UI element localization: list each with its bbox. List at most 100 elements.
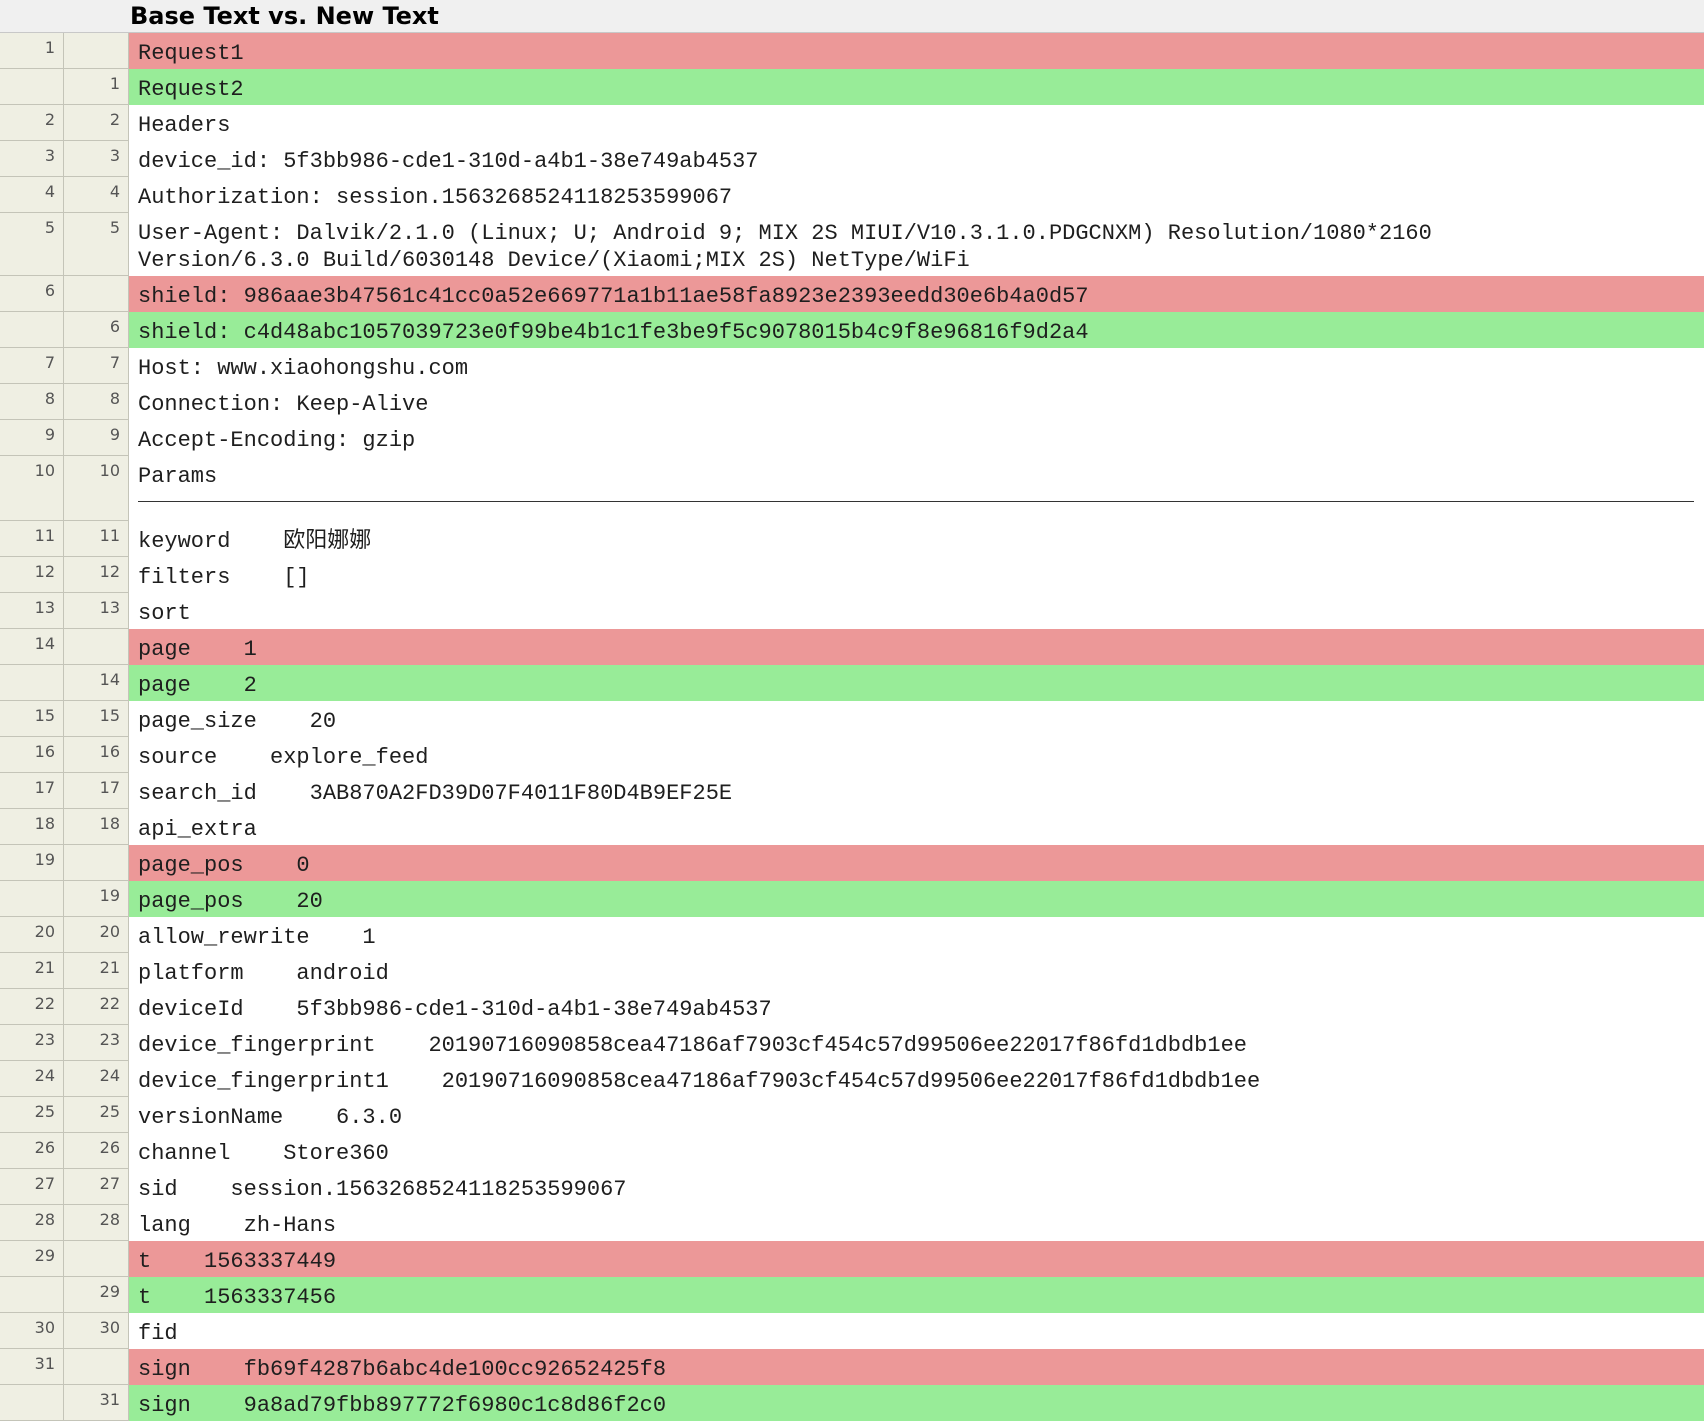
line-text: filters [] [138, 565, 310, 590]
new-line-number: 1 [64, 69, 129, 105]
diff-row-unchanged: 3 3 device_id: 5f3bb986-cde1-310d-a4b1-38e… [0, 141, 1704, 177]
diff-row-unchanged: 10 10 Params [0, 456, 1704, 521]
diff-row-unchanged: 27 27 sid session.1563268524118253599067 [0, 1169, 1704, 1205]
new-line-number: 31 [64, 1385, 129, 1421]
line-text: sign 9a8ad79fbb897772f6980c1c8d86f2c0 [138, 1393, 667, 1418]
new-line-number: 6 [64, 312, 129, 348]
diff-row-deleted: 14 page 1 [0, 629, 1704, 665]
diff-row-inserted: 19 page_pos 20 [0, 881, 1704, 917]
new-line-number: 14 [64, 665, 129, 701]
diff-row-unchanged: 24 24 device_fingerprint1 20190716090858ce… [0, 1061, 1704, 1097]
diff-row-unchanged: 7 7 Host: www.xiaohongshu.com [0, 348, 1704, 384]
new-line-number: 30 [64, 1313, 129, 1349]
diff-row-deleted: 29 t 1563337449 [0, 1241, 1704, 1277]
line-text-cell: fid [129, 1313, 1704, 1349]
diff-row-deleted: 31 sign fb69f4287b6abc4de100cc92652425f8 [0, 1349, 1704, 1385]
line-text: shield: 986aae3b47561c41cc0a52e669771a1b… [138, 284, 1089, 309]
new-line-number: 24 [64, 1061, 129, 1097]
line-text-cell: User-Agent: Dalvik/2.1.0 (Linux; U; Andr… [129, 213, 1704, 276]
line-text-cell: sid session.1563268524118253599067 [129, 1169, 1704, 1205]
line-text: source explore_feed [138, 745, 429, 770]
line-text-cell: page 2 [129, 665, 1704, 701]
diff-row-unchanged: 23 23 device_fingerprint 20190716090858cea… [0, 1025, 1704, 1061]
line-text: Accept-Encoding: gzip [138, 428, 416, 453]
old-line-number: 5 [0, 213, 64, 276]
old-line-number [0, 1277, 64, 1313]
line-text: Request2 [138, 77, 244, 102]
new-line-number: 18 [64, 809, 129, 845]
new-line-number: 28 [64, 1205, 129, 1241]
diff-title: Base Text vs. New Text [130, 2, 439, 30]
diff-row-unchanged: 16 16 source explore_feed [0, 737, 1704, 773]
new-line-number: 4 [64, 177, 129, 213]
diff-row-unchanged: 12 12 filters [] [0, 557, 1704, 593]
line-text-cell: deviceId 5f3bb986-cde1-310d-a4b1-38e749a… [129, 989, 1704, 1025]
old-line-number: 23 [0, 1025, 64, 1061]
diff-row-unchanged: 21 21 platform android [0, 953, 1704, 989]
line-text-cell: sign 9a8ad79fbb897772f6980c1c8d86f2c0 [129, 1385, 1704, 1421]
line-text: sign fb69f4287b6abc4de100cc92652425f8 [138, 1357, 667, 1382]
old-line-number: 25 [0, 1097, 64, 1133]
diff-view: Base Text vs. New Text 1 Request1 1 Request… [0, 0, 1704, 1422]
old-line-number: 8 [0, 384, 64, 420]
old-line-number: 10 [0, 456, 64, 521]
new-line-number [64, 33, 129, 69]
diff-row-deleted: 6 shield: 986aae3b47561c41cc0a52e669771a1… [0, 276, 1704, 312]
diff-row-unchanged: 20 20 allow_rewrite 1 [0, 917, 1704, 953]
line-text: platform android [138, 961, 389, 986]
old-line-number: 18 [0, 809, 64, 845]
line-text: deviceId 5f3bb986-cde1-310d-a4b1-38e749a… [138, 997, 772, 1022]
line-text: page 2 [138, 673, 257, 698]
new-line-number: 17 [64, 773, 129, 809]
old-line-number: 1 [0, 33, 64, 69]
line-text: t 1563337456 [138, 1285, 337, 1310]
line-text-cell: device_fingerprint1 20190716090858cea471… [129, 1061, 1704, 1097]
line-text-cell: platform android [129, 953, 1704, 989]
diff-row-inserted: 1 Request2 [0, 69, 1704, 105]
old-line-number: 9 [0, 420, 64, 456]
line-text-cell: t 1563337456 [129, 1277, 1704, 1313]
diff-row-unchanged: 15 15 page_size 20 [0, 701, 1704, 737]
diff-row-unchanged: 5 5 User-Agent: Dalvik/2.1.0 (Linux; U; An… [0, 213, 1704, 276]
old-line-number [0, 312, 64, 348]
diff-row-unchanged: 28 28 lang zh-Hans [0, 1205, 1704, 1241]
old-line-number: 4 [0, 177, 64, 213]
new-line-number: 29 [64, 1277, 129, 1313]
old-line-number [0, 1385, 64, 1421]
old-line-number: 17 [0, 773, 64, 809]
diff-body: 1 Request1 1 Request2 2 2 Headers 3 3 device_id: … [0, 33, 1704, 1421]
new-line-number: 9 [64, 420, 129, 456]
new-line-number: 16 [64, 737, 129, 773]
line-text-cell: shield: 986aae3b47561c41cc0a52e669771a1b… [129, 276, 1704, 312]
old-line-number: 30 [0, 1313, 64, 1349]
line-text: device_fingerprint1 20190716090858cea471… [138, 1069, 1261, 1094]
new-line-number [64, 1349, 129, 1385]
old-line-number: 24 [0, 1061, 64, 1097]
line-text: shield: c4d48abc1057039723e0f99be4b1c1fe… [138, 320, 1089, 345]
diff-row-unchanged: 2 2 Headers [0, 105, 1704, 141]
diff-row-unchanged: 26 26 channel Store360 [0, 1133, 1704, 1169]
new-line-number: 19 [64, 881, 129, 917]
line-text-cell: allow_rewrite 1 [129, 917, 1704, 953]
new-line-number: 25 [64, 1097, 129, 1133]
line-text-cell: Request1 [129, 33, 1704, 69]
old-line-number: 16 [0, 737, 64, 773]
line-text-cell: filters [] [129, 557, 1704, 593]
line-text: search_id 3AB870A2FD39D07F4011F80D4B9EF2… [138, 781, 733, 806]
header-gutter [0, 0, 129, 32]
line-text-cell: Host: www.xiaohongshu.com [129, 348, 1704, 384]
line-text: sid session.1563268524118253599067 [138, 1177, 627, 1202]
new-line-number: 22 [64, 989, 129, 1025]
line-text-cell: source explore_feed [129, 737, 1704, 773]
old-line-number: 28 [0, 1205, 64, 1241]
line-text-cell: device_fingerprint 20190716090858cea4718… [129, 1025, 1704, 1061]
new-line-number: 12 [64, 557, 129, 593]
diff-row-unchanged: 13 13 sort [0, 593, 1704, 629]
line-text-cell: api_extra [129, 809, 1704, 845]
line-text-cell: search_id 3AB870A2FD39D07F4011F80D4B9EF2… [129, 773, 1704, 809]
old-line-number: 19 [0, 845, 64, 881]
diff-row-deleted: 19 page_pos 0 [0, 845, 1704, 881]
line-text: t 1563337449 [138, 1249, 337, 1274]
old-line-number: 7 [0, 348, 64, 384]
line-text-cell: shield: c4d48abc1057039723e0f99be4b1c1fe… [129, 312, 1704, 348]
